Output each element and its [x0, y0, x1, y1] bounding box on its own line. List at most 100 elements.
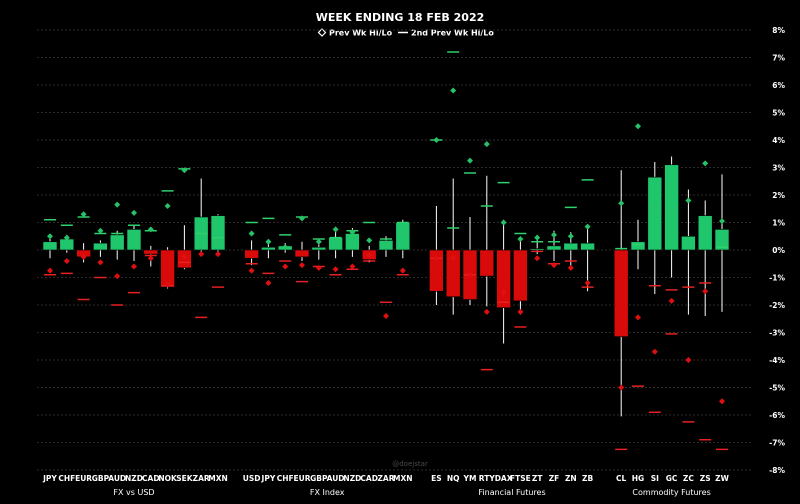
category-label: GBP	[310, 474, 328, 483]
prev-low-diamond	[63, 258, 70, 264]
prev-low-diamond	[668, 297, 675, 304]
category-label: SI	[651, 474, 659, 483]
prev-high-diamond	[500, 219, 507, 226]
prev-high-diamond	[567, 233, 574, 240]
candle-body	[93, 242, 108, 251]
prev-high-diamond	[164, 203, 171, 209]
chart-title: WEEK ENDING 18 FEB 2022	[316, 11, 485, 24]
prev-high-diamond	[719, 218, 725, 225]
category-label: ZN	[565, 474, 577, 483]
candle-body	[294, 249, 310, 258]
prev-low-diamond	[265, 280, 272, 286]
candle-body	[261, 246, 276, 251]
category-label: AUD	[327, 474, 345, 483]
y-tick-label: -3%	[769, 329, 785, 338]
prev-high-diamond	[584, 223, 591, 230]
prev-low-diamond	[719, 398, 725, 405]
category-label: EUR	[294, 474, 311, 483]
prev-high-diamond	[534, 234, 541, 241]
candle-body	[244, 249, 259, 259]
category-label: SEK	[176, 474, 194, 483]
prev-high-diamond	[635, 123, 641, 130]
category-label: ZT	[532, 474, 543, 483]
y-tick-label: 3%	[772, 164, 785, 173]
prev-low-diamond	[248, 267, 255, 274]
prev-low-diamond	[97, 259, 104, 266]
prev-high-diamond	[366, 237, 373, 244]
candle-body	[395, 222, 411, 251]
candle-body	[496, 249, 511, 309]
prev-low-diamond	[114, 273, 121, 280]
category-label: NOK	[158, 474, 178, 483]
y-axis: -8% -7% -6% -5% -4% -3% -2% -1% 0% 1% 2% 3% 4% 5% 6% 7%…	[769, 26, 785, 475]
candle-body	[513, 249, 528, 302]
y-tick-label: -5%	[769, 384, 785, 393]
y-tick-label: 1%	[772, 219, 785, 228]
candle-body	[328, 237, 343, 251]
prev-low-diamond	[198, 251, 205, 258]
candle-body	[479, 249, 495, 277]
y-tick-label: -4%	[769, 356, 785, 365]
prev-low-diamond	[399, 267, 406, 274]
prev-low-diamond	[584, 280, 591, 286]
candle-body	[345, 233, 360, 251]
category-label: NZD	[125, 474, 143, 483]
candle-body	[630, 241, 646, 251]
candle-body	[59, 238, 75, 251]
prev-low-diamond	[685, 357, 692, 363]
prev-high-diamond	[332, 226, 339, 233]
candle-body	[664, 164, 679, 251]
category-label: MXN	[393, 474, 413, 483]
category-label: CHF	[277, 474, 294, 483]
prev-high-diamond	[433, 137, 440, 143]
plot-area	[42, 51, 730, 451]
category-label: ZW	[715, 474, 729, 483]
category-label: CAD	[142, 474, 160, 483]
candle-body	[546, 245, 562, 251]
prev-high-diamond	[467, 157, 473, 164]
category-label: ZF	[549, 474, 560, 483]
y-tick-label: -1%	[769, 274, 785, 283]
prev-low-diamond	[131, 263, 137, 270]
category-label: CHF	[58, 474, 75, 483]
prev-low-diamond	[383, 313, 389, 319]
prev-low-diamond	[299, 262, 305, 269]
category-label: ES	[431, 474, 442, 483]
candle-body	[697, 215, 713, 251]
prev-high-diamond	[114, 201, 121, 208]
y-tick-label: 7%	[772, 54, 785, 63]
y-tick-label: 2%	[772, 191, 785, 200]
prev-low-diamond	[635, 314, 641, 321]
prev-high-diamond	[685, 197, 692, 204]
category-label: YM	[463, 474, 477, 483]
candle-body	[613, 249, 629, 337]
category-label: ZS	[700, 474, 711, 483]
prev-low-diamond	[651, 348, 658, 355]
candle-body	[529, 248, 545, 251]
prev-high-diamond	[483, 141, 490, 148]
prev-low-diamond	[517, 308, 524, 315]
weekly-performance-chart: WEEK ENDING 18 FEB 2022 Prev Wk Hi/Lo 2n…	[37, 11, 785, 497]
prev-low-diamond	[567, 264, 574, 271]
category-label: CAD	[360, 474, 378, 483]
category-label: FTSE	[510, 474, 531, 483]
category-label: GC	[666, 474, 678, 483]
prev-low-diamond	[282, 263, 289, 270]
y-tick-label: 5%	[772, 109, 785, 118]
candle-body	[126, 229, 142, 251]
candle-body	[681, 235, 696, 251]
category-label: CL	[616, 474, 627, 483]
prev-high-diamond	[248, 230, 255, 237]
prev-high-diamond	[47, 233, 53, 240]
y-tick-label: 6%	[772, 81, 785, 90]
prev-high-diamond	[450, 87, 457, 94]
prev-low-diamond	[618, 384, 625, 391]
category-label: GBP	[92, 474, 110, 483]
candle-body	[109, 234, 125, 251]
category-label: EUR	[75, 474, 92, 483]
candle-body	[42, 241, 58, 251]
prev-high-diamond	[265, 238, 272, 245]
group-label: FX Index	[310, 488, 345, 497]
category-label: AUD	[108, 474, 126, 483]
candle-body	[580, 242, 595, 251]
